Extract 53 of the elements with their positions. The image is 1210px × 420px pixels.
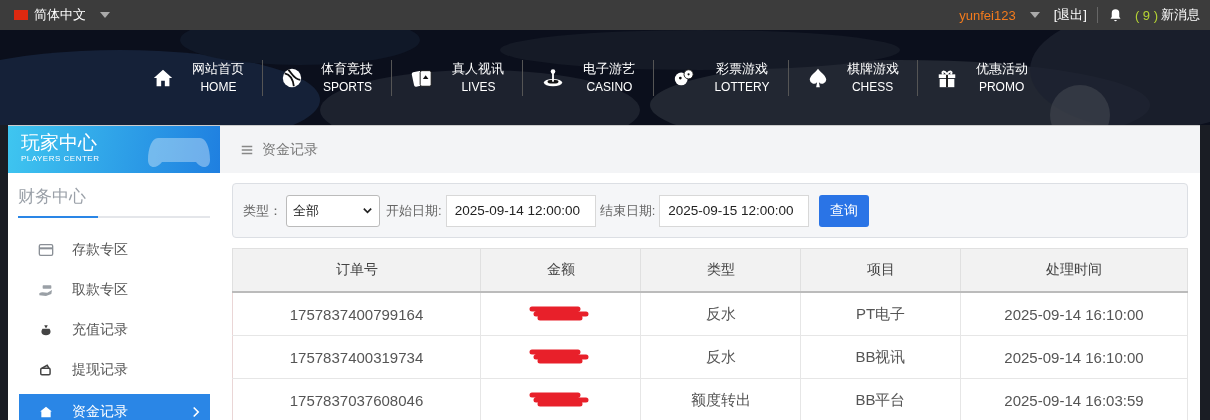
sidebar-item[interactable]: 存款专区 <box>19 230 210 270</box>
sidebar-item[interactable]: 资金记录 <box>19 394 210 420</box>
nav-item[interactable]: 彩票游戏 LOTTERY <box>653 59 788 96</box>
chevron-icon <box>191 406 200 418</box>
nav-item[interactable]: 真人视讯 LIVES <box>391 59 523 96</box>
flag-icon <box>14 10 28 20</box>
caret-icon[interactable] <box>100 12 110 18</box>
column-header: 类型 <box>640 248 801 292</box>
column-header: 处理时间 <box>960 248 1188 292</box>
column-header: 订单号 <box>232 248 481 292</box>
money-bag-icon <box>39 323 53 337</box>
section-title: 财务中心 <box>18 187 86 206</box>
table-cell: BB视讯 <box>800 335 961 379</box>
wallet-icon <box>39 363 53 377</box>
nav-item[interactable]: 体育竞技 SPORTS <box>262 59 392 96</box>
nav-item[interactable]: 网站首页 HOME <box>134 59 263 96</box>
end-date-field[interactable]: 2025-09-15 12:00:00 <box>659 194 810 227</box>
table-cell: 1757837400799164 <box>232 292 481 336</box>
table-cell: 1757837037608046 <box>232 378 481 420</box>
nav-item[interactable]: 优惠活动 PROMO <box>916 59 1046 96</box>
table-cell: PT电子 <box>800 292 961 336</box>
logout-link[interactable]: [退出] <box>1053 6 1087 24</box>
type-label: 类型： <box>243 201 282 220</box>
table-cell: 反水 <box>640 335 801 379</box>
messages-link[interactable]: 新消息 <box>1161 6 1200 24</box>
type-dropdown[interactable]: 全部 <box>286 194 380 227</box>
end-date-label: 结束日期: <box>599 201 656 220</box>
column-header: 项目 <box>800 248 961 292</box>
nav-item[interactable]: 电子游艺 CASINO <box>522 59 654 96</box>
sidebar-item[interactable]: 取款专区 <box>19 270 210 310</box>
table-cell: 2025-09-14 16:10:00 <box>960 292 1188 336</box>
hand-icon <box>37 282 55 298</box>
panel-subtitle: PLAYERS CENTER <box>21 154 100 163</box>
chevron-down-icon <box>362 205 373 216</box>
breadcrumb: 资金记录 <box>262 140 318 159</box>
card-icon <box>38 242 54 258</box>
message-count[interactable]: ( 9 ) <box>1134 7 1158 23</box>
caret-icon[interactable] <box>1029 12 1040 18</box>
ball-icon <box>281 66 304 89</box>
language-selector[interactable]: 简体中文 <box>34 6 86 24</box>
sidebar-item[interactable]: 充值记录 <box>19 310 210 350</box>
start-date-field[interactable]: 2025-09-14 12:00:00 <box>445 194 596 227</box>
house-icon <box>39 405 53 419</box>
table-cell: 反水 <box>640 292 801 336</box>
column-header: 金额 <box>480 248 641 292</box>
sidebar-item[interactable]: 提现记录 <box>19 350 210 390</box>
table-cell: 1757837400319734 <box>232 335 481 379</box>
query-button[interactable]: 查询 <box>819 194 870 227</box>
start-date-label: 开始日期: <box>386 201 442 220</box>
nav-item[interactable]: 棋牌游戏 CHESS <box>787 59 917 96</box>
username[interactable]: yunfei123 <box>959 7 1016 23</box>
panel-title: 玩家中心 <box>21 132 97 154</box>
table-cell: 2025-09-14 16:10:00 <box>960 335 1188 379</box>
